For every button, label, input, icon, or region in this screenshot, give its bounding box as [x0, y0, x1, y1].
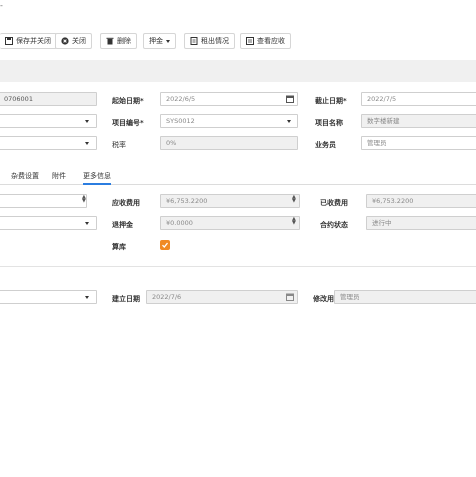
tax-rate-label: 税率 [112, 141, 126, 149]
spinner-icon[interactable]: ▲ ▼ [292, 217, 296, 226]
close-icon [61, 37, 69, 45]
tab-bar: 杂费设置 附件 更多信息 [0, 170, 476, 185]
start-date-field[interactable]: 2022/6/5 [160, 92, 298, 106]
rental-status-label: 租出情况 [201, 37, 229, 45]
created-date-label: 建立日期 [112, 295, 140, 303]
receivable-value: ¥6,753.2200 [166, 197, 208, 205]
delete-button[interactable]: 删除 [100, 33, 137, 49]
deposit-back-value: ¥0.0000 [166, 219, 193, 227]
project-name-label: 项目名称 [315, 119, 343, 127]
save-close-label: 保存并关闭 [16, 37, 51, 45]
spinner-icon[interactable]: ▲ ▼ [82, 195, 86, 204]
save-icon [5, 37, 13, 45]
deposit-back-label: 退押金 [112, 221, 133, 229]
toolbar: 保存并关闭 关闭 删除 押金 租出情况 查看应收 [0, 29, 476, 54]
created-date-field[interactable]: 2022/7/6 [146, 290, 298, 304]
end-date-label: 截止日期* [315, 97, 347, 105]
close-button[interactable]: 关闭 [55, 33, 92, 49]
received-field[interactable]: ¥6,753.2200 [366, 194, 476, 208]
left-number-field[interactable] [0, 194, 87, 208]
list-icon [246, 37, 254, 45]
tab-misc-fees[interactable]: 杂费设置 [11, 171, 39, 181]
view-receivable-label: 查看应收 [257, 37, 285, 45]
contract-status-value: 进行中 [372, 219, 392, 227]
checkmark-icon [162, 242, 169, 248]
chevron-down-icon [85, 222, 89, 225]
calendar-icon [286, 293, 294, 301]
counted-label: 算库 [112, 243, 126, 251]
project-code-label: 项目编号* [112, 119, 144, 127]
salesperson-field[interactable]: 管理员 [361, 136, 476, 150]
chevron-down-icon [166, 39, 170, 43]
window-title: - [0, 1, 3, 10]
left-select-2[interactable] [0, 136, 97, 150]
left-select-1[interactable] [0, 114, 97, 128]
project-name-value: 数字楼新建 [367, 117, 400, 125]
section-divider [0, 266, 476, 267]
chevron-down-icon [85, 142, 89, 145]
tax-rate-field[interactable]: 0% [160, 136, 298, 150]
section-header-band [0, 60, 476, 82]
created-date-value: 2022/7/6 [152, 293, 182, 301]
calendar-icon[interactable] [286, 95, 294, 103]
rental-status-button[interactable]: 租出情况 [184, 33, 235, 49]
start-date-label: 起始日期* [112, 97, 144, 105]
project-code-value: SYS0012 [166, 117, 195, 125]
chevron-down-icon [85, 120, 89, 123]
tab-attachments[interactable]: 附件 [52, 171, 66, 181]
project-code-field[interactable]: SYS0012 [160, 114, 298, 128]
received-label: 已收费用 [320, 199, 348, 207]
salesperson-label: 业务员 [315, 141, 336, 149]
deposit-back-field[interactable]: ¥0.0000 [160, 216, 300, 230]
code-field[interactable]: 0706001 [0, 92, 97, 106]
save-close-button[interactable]: 保存并关闭 [0, 33, 57, 49]
end-date-value: 2022/7/5 [367, 95, 397, 103]
received-value: ¥6,753.2200 [372, 197, 414, 205]
contract-status-field[interactable]: 进行中 [366, 216, 476, 230]
trash-icon [106, 37, 114, 45]
modified-user-value: 管理员 [340, 293, 360, 301]
close-label: 关闭 [72, 37, 86, 45]
project-name-field[interactable]: 数字楼新建 [361, 114, 476, 128]
left-select-4[interactable] [0, 290, 97, 304]
counted-checkbox[interactable] [160, 240, 170, 250]
chevron-down-icon [287, 120, 291, 123]
deposit-label: 押金 [149, 37, 163, 45]
document-icon [190, 37, 198, 45]
view-receivable-button[interactable]: 查看应收 [240, 33, 291, 49]
chevron-down-icon [85, 296, 89, 299]
tab-more-info[interactable]: 更多信息 [83, 171, 111, 185]
receivable-field[interactable]: ¥6,753.2200 [160, 194, 300, 208]
tax-rate-value: 0% [166, 139, 177, 147]
contract-status-label: 合约状态 [320, 221, 348, 229]
receivable-label: 应收费用 [112, 199, 140, 207]
delete-label: 删除 [117, 37, 131, 45]
end-date-field[interactable]: 2022/7/5 [361, 92, 476, 106]
modified-user-field[interactable]: 管理员 [334, 290, 476, 304]
spinner-icon[interactable]: ▲ ▼ [292, 195, 296, 204]
left-select-3[interactable] [0, 216, 97, 230]
deposit-dropdown-button[interactable]: 押金 [143, 33, 176, 49]
salesperson-value: 管理员 [367, 139, 387, 147]
start-date-value: 2022/6/5 [166, 95, 196, 103]
